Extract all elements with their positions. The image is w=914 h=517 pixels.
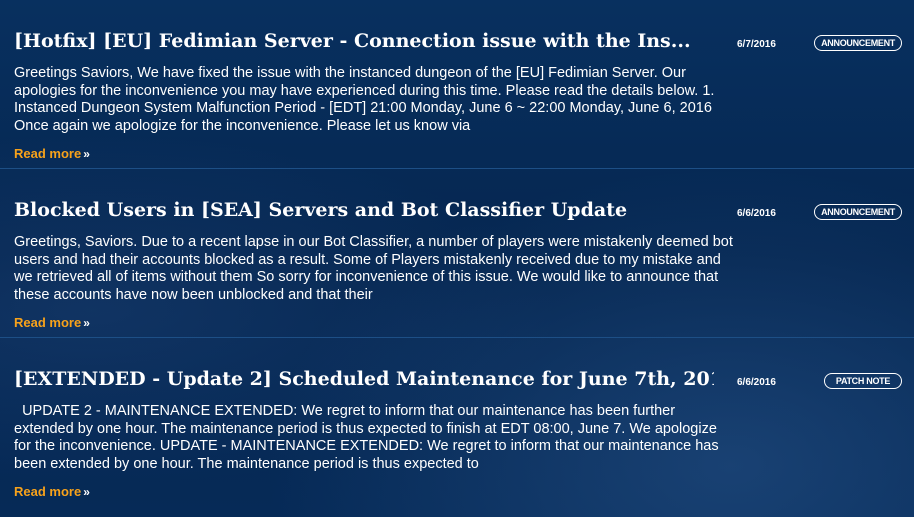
chevron-right-icon: » bbox=[83, 485, 90, 499]
chevron-right-icon: » bbox=[83, 147, 90, 161]
news-date: 6/6/2016 bbox=[737, 377, 776, 388]
chevron-right-icon: » bbox=[83, 316, 90, 330]
news-excerpt: Greetings Saviors, We have fixed the iss… bbox=[14, 65, 715, 134]
news-excerpt: UPDATE 2 - MAINTENANCE EXTENDED: We regr… bbox=[14, 403, 723, 472]
read-more-link[interactable]: Read more» bbox=[14, 315, 90, 330]
news-title[interactable]: Blocked Users in [SEA] Servers and Bot C… bbox=[14, 199, 627, 221]
news-list: [Hotfix] [EU] Fedimian Server - Connecti… bbox=[0, 0, 914, 507]
category-badge: ANNOUNCEMENT bbox=[814, 35, 902, 51]
news-item: Blocked Users in [SEA] Servers and Bot C… bbox=[0, 169, 914, 338]
news-item: [EXTENDED - Update 2] Scheduled Maintena… bbox=[0, 338, 914, 507]
read-more-label: Read more bbox=[14, 484, 82, 499]
read-more-link[interactable]: Read more» bbox=[14, 484, 90, 499]
read-more-label: Read more bbox=[14, 146, 82, 161]
read-more-link[interactable]: Read more» bbox=[14, 146, 90, 161]
category-badge: ANNOUNCEMENT bbox=[814, 204, 902, 220]
news-excerpt: Greetings, Saviors. Due to a recent laps… bbox=[14, 234, 733, 303]
category-badge: PATCH NOTE bbox=[824, 373, 902, 389]
news-title[interactable]: [EXTENDED - Update 2] Scheduled Maintena… bbox=[14, 368, 714, 390]
news-date: 6/7/2016 bbox=[737, 39, 776, 50]
news-title[interactable]: [Hotfix] [EU] Fedimian Server - Connecti… bbox=[14, 30, 691, 52]
news-item: [Hotfix] [EU] Fedimian Server - Connecti… bbox=[0, 0, 914, 169]
read-more-label: Read more bbox=[14, 315, 82, 330]
news-date: 6/6/2016 bbox=[737, 208, 776, 219]
